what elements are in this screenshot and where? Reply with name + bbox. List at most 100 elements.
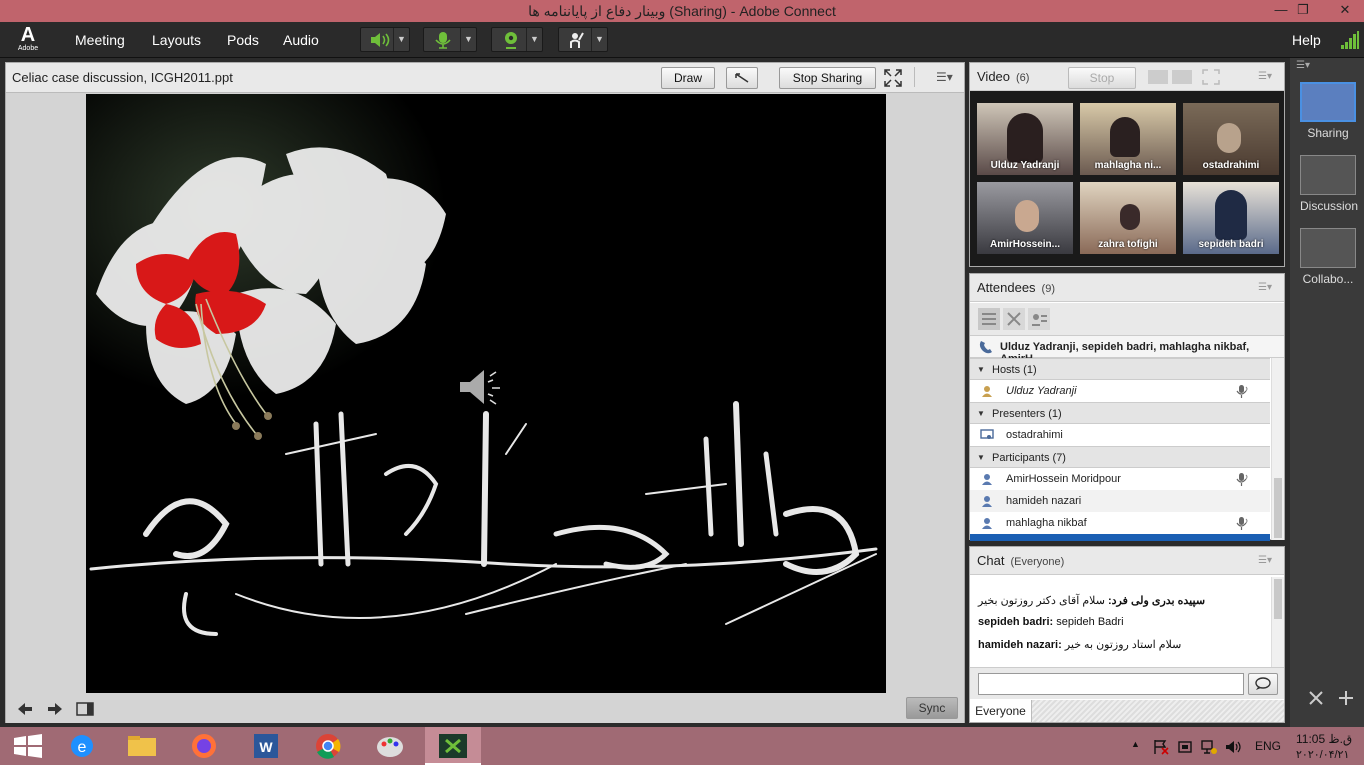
scrollbar-thumb[interactable]	[1274, 579, 1282, 619]
windows-start-icon[interactable]	[8, 730, 48, 762]
video-tile[interactable]: AmirHossein...	[977, 182, 1073, 254]
chevron-down-icon[interactable]: ▼	[460, 28, 476, 51]
layout-label: Collabo...	[1302, 272, 1354, 286]
fullscreen-icon[interactable]	[884, 69, 902, 87]
chevron-down-icon[interactable]: ▼	[393, 28, 409, 51]
video-tile-name: sepideh badri	[1198, 239, 1264, 250]
minimize-button[interactable]: —	[1270, 2, 1292, 20]
menu-meeting[interactable]: Meeting	[75, 32, 125, 48]
clock-time[interactable]: 11:05 ق.ظ	[1296, 732, 1352, 746]
pod-options-icon[interactable]: ☰▾	[936, 70, 953, 84]
menu-bar: A Adobe Meeting Layouts Pods Audio ▼ ▼ ▼…	[0, 22, 1364, 58]
paint-icon[interactable]	[370, 730, 410, 762]
pod-options-icon[interactable]: ☰▾	[1258, 282, 1274, 293]
microphone-active-icon	[1236, 385, 1248, 398]
layout-label: Discussion	[1300, 199, 1359, 213]
pod-options-icon[interactable]: ☰▾	[1258, 71, 1274, 82]
layout-discussion[interactable]: Discussion	[1300, 155, 1359, 213]
attendee-row[interactable]: hamideh nazari	[970, 490, 1270, 512]
firefox-icon[interactable]	[184, 730, 224, 762]
layouts-panel-menu-icon[interactable]: ☰▾	[1296, 60, 1310, 71]
flag-icon[interactable]	[1152, 739, 1170, 755]
file-explorer-icon[interactable]	[122, 730, 162, 762]
send-chat-button[interactable]	[1248, 673, 1278, 695]
network-icon[interactable]	[1200, 739, 1218, 755]
previous-slide-icon[interactable]	[16, 701, 34, 717]
add-layout-icon[interactable]	[1338, 690, 1354, 706]
video-tile[interactable]: sepideh badri	[1183, 182, 1279, 254]
speaker-icon	[371, 33, 390, 47]
group-participants[interactable]: ▼ Participants (7)	[970, 446, 1270, 468]
attendee-row-selected[interactable]	[970, 534, 1270, 541]
video-tile[interactable]: zahra tofighi	[1080, 182, 1176, 254]
video-fullscreen-icon[interactable]	[1202, 69, 1220, 85]
video-tile[interactable]: ostadrahimi	[1183, 103, 1279, 175]
microphone-active-icon	[1236, 517, 1248, 530]
attendee-row[interactable]: AmirHossein Moridpour	[970, 468, 1270, 490]
close-layout-icon[interactable]	[1308, 690, 1324, 706]
chevron-down-icon[interactable]: ▼	[591, 28, 607, 51]
adobe-logo: A Adobe	[14, 25, 42, 55]
language-indicator[interactable]: ENG	[1255, 739, 1281, 753]
next-slide-icon[interactable]	[46, 701, 64, 717]
presenter-icon	[980, 429, 994, 439]
chat-scope: (Everyone)	[1010, 556, 1065, 568]
raise-hand-button[interactable]: ▼	[558, 27, 608, 52]
group-presenters[interactable]: ▼ Presenters (1)	[970, 402, 1270, 424]
sidebar-toggle-icon[interactable]	[76, 701, 94, 717]
chat-message-input[interactable]	[978, 673, 1244, 695]
restore-button[interactable]: ❐	[1292, 2, 1314, 20]
participant-silhouette	[1110, 117, 1140, 157]
help-menu[interactable]: Help	[1292, 32, 1321, 48]
layout-collaboration-thumbnail	[1300, 228, 1356, 268]
video-layout-icons[interactable]	[1146, 69, 1206, 85]
chat-sender: سپیده بدری ولی فرد:	[1108, 595, 1206, 607]
close-button[interactable]: ✕	[1334, 2, 1356, 20]
chevron-down-icon[interactable]: ▼	[526, 28, 542, 51]
layout-collaboration[interactable]: Collabo...	[1300, 228, 1356, 286]
tray-overflow-icon[interactable]: ▲	[1131, 739, 1140, 749]
stop-sharing-button[interactable]: Stop Sharing	[779, 67, 876, 89]
sync-button[interactable]: Sync	[906, 697, 958, 719]
raise-hand-icon	[570, 32, 584, 48]
menu-layouts[interactable]: Layouts	[152, 32, 201, 48]
chat-bubble-icon	[1255, 677, 1271, 690]
adobe-connect-taskbar-item[interactable]	[425, 727, 481, 765]
chat-tab-everyone[interactable]: Everyone	[970, 700, 1032, 722]
attendee-view-icons[interactable]	[978, 308, 1052, 330]
layout-discussion-thumbnail	[1300, 155, 1356, 195]
attendee-scrollbar[interactable]	[1271, 358, 1284, 540]
word-icon[interactable]: W	[246, 730, 286, 762]
volume-icon[interactable]	[1224, 739, 1242, 755]
internet-explorer-icon[interactable]: e	[62, 730, 102, 762]
attendee-row[interactable]: Ulduz Yadranji	[970, 380, 1270, 402]
attendee-row[interactable]: mahlagha nikbaf	[970, 512, 1270, 534]
video-tile[interactable]: mahlagha ni...	[1080, 103, 1176, 175]
pointer-button[interactable]	[726, 67, 758, 89]
clock-date[interactable]: ۲۰۲۰/۰۴/۲۱	[1296, 748, 1349, 761]
webcam-button[interactable]: ▼	[491, 27, 543, 52]
menu-audio[interactable]: Audio	[283, 32, 319, 48]
stop-video-button[interactable]: Stop	[1068, 67, 1136, 89]
microphone-active-icon	[1236, 473, 1248, 486]
power-icon[interactable]	[1176, 739, 1194, 755]
chrome-icon[interactable]	[308, 730, 348, 762]
microphone-button[interactable]: ▼	[423, 27, 477, 52]
svg-text:W: W	[259, 739, 273, 755]
video-tile[interactable]: Ulduz Yadranji	[977, 103, 1073, 175]
video-tile-name: zahra tofighi	[1098, 239, 1158, 250]
pod-options-icon[interactable]: ☰▾	[1258, 555, 1274, 566]
attendee-row[interactable]: ostadrahimi	[970, 424, 1270, 446]
group-hosts[interactable]: ▼ Hosts (1)	[970, 358, 1270, 380]
collapse-triangle-icon: ▼	[977, 365, 985, 374]
collapse-triangle-icon: ▼	[977, 453, 985, 462]
chat-tab-bar: Everyone	[970, 700, 1284, 722]
menu-pods[interactable]: Pods	[227, 32, 259, 48]
draw-button[interactable]: Draw	[661, 67, 715, 89]
speaker-button[interactable]: ▼	[360, 27, 410, 52]
scrollbar-thumb[interactable]	[1274, 478, 1282, 538]
layout-sharing[interactable]: Sharing	[1300, 82, 1356, 140]
chat-text: sepideh Badri	[1056, 616, 1124, 628]
collapse-triangle-icon: ▼	[977, 409, 985, 418]
chat-scrollbar[interactable]	[1271, 577, 1284, 669]
